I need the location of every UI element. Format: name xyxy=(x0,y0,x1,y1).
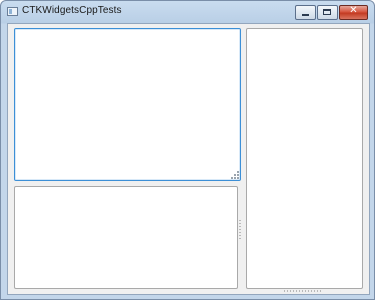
title-bar[interactable]: CTKWidgetsCppTests ✕ xyxy=(1,1,374,23)
minimize-icon xyxy=(302,14,309,16)
window-app-icon[interactable] xyxy=(7,7,18,16)
maximize-button[interactable] xyxy=(317,5,338,20)
horizontal-splitter-handle[interactable] xyxy=(284,290,323,292)
close-icon: ✕ xyxy=(349,5,358,16)
minimize-button[interactable] xyxy=(295,5,316,20)
maximize-icon xyxy=(323,9,331,15)
vertical-splitter-handle[interactable] xyxy=(239,220,241,241)
close-button[interactable]: ✕ xyxy=(339,5,368,20)
app-window: CTKWidgetsCppTests ✕ xyxy=(0,0,375,300)
bottom-left-panel[interactable] xyxy=(14,186,238,289)
caption-buttons: ✕ xyxy=(294,5,368,20)
right-panel[interactable] xyxy=(246,28,363,289)
resize-grip-icon[interactable] xyxy=(231,171,239,179)
top-left-text-area[interactable] xyxy=(14,28,241,181)
client-area xyxy=(7,23,370,295)
window-title: CTKWidgetsCppTests xyxy=(22,5,122,16)
